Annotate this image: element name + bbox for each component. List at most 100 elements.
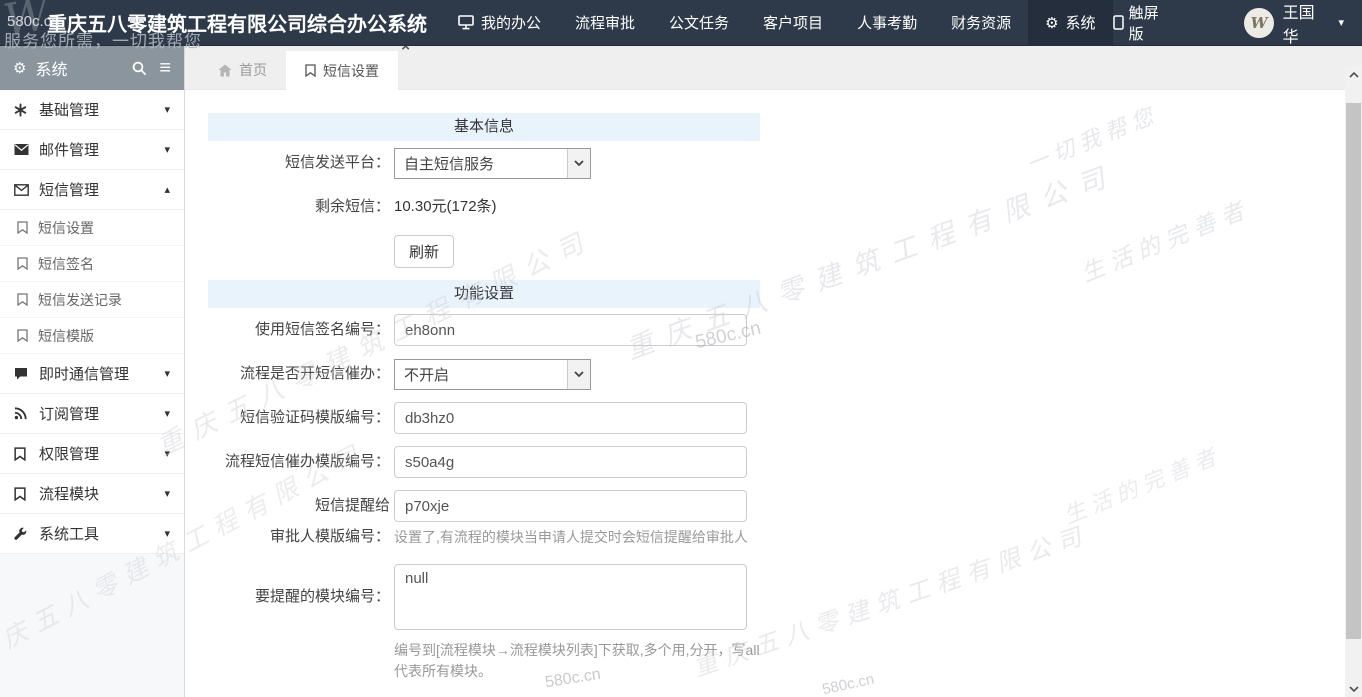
sidebar-item-permission-mgmt[interactable]: 权限管理 ▾ <box>0 434 184 474</box>
nav-item-document-tasks[interactable]: 公文任务 <box>652 0 746 46</box>
sidebar-header: ⚙ 系统 ≡ <box>0 46 184 90</box>
notify-template-hint: 设置了,有流程的模块当申请人提交时会短信提醒给审批人 <box>394 527 762 548</box>
app-title[interactable]: 重庆五八零建筑工程有限公司综合办公系统 <box>47 8 427 37</box>
bookmark-icon <box>14 447 39 461</box>
nav-item-finance-resources[interactable]: 财务资源 <box>934 0 1028 46</box>
nav-item-my-office[interactable]: 我的办公 <box>441 0 558 46</box>
nav-item-label: 我的办公 <box>481 12 541 33</box>
sidebar-subitem-sms-template[interactable]: 短信模版 <box>0 318 184 354</box>
sidebar: ⚙ 系统 ≡ 基础管理 ▾ 邮件管理 ▾ <box>0 46 185 697</box>
tab-sms-settings[interactable]: 短信设置 × <box>286 51 398 90</box>
nav-item-label: 流程审批 <box>575 12 635 33</box>
remaining-sms-label: 剩余短信： <box>208 191 390 223</box>
sms-settings-form: 基本信息 短信发送平台： 自主短信服务 剩余短信： 10.30元 <box>208 113 760 697</box>
notify-template-label-line2: 审批人模版编号： <box>270 528 390 545</box>
sidebar-item-label: 基础管理 <box>39 99 99 120</box>
bookmark-icon <box>305 64 316 77</box>
sidebar-subitem-label: 短信发送记录 <box>38 290 122 310</box>
gear-icon: ⚙ <box>1045 14 1058 32</box>
tab-home[interactable]: 首页 <box>199 51 286 89</box>
chevron-down-icon <box>567 149 590 178</box>
platform-label: 短信发送平台： <box>208 147 390 179</box>
sidebar-item-subscription-mgmt[interactable]: 订阅管理 ▾ <box>0 394 184 434</box>
sidebar-item-label: 短信管理 <box>39 179 99 200</box>
sidebar-item-label: 订阅管理 <box>39 403 99 424</box>
user-name: 王国华 <box>1283 0 1330 47</box>
tab-label: 首页 <box>239 60 267 80</box>
rss-icon <box>14 407 39 420</box>
notify-template-label-line1: 短信提醒给 <box>315 497 390 514</box>
nav-item-hr-attendance[interactable]: 人事考勤 <box>840 0 934 46</box>
chevron-down-icon: ▾ <box>164 407 170 420</box>
nav-item-system[interactable]: ⚙ 系统 <box>1028 0 1112 46</box>
sidebar-item-workflow-module[interactable]: 流程模块 ▾ <box>0 474 184 514</box>
refresh-button[interactable]: 刷新 <box>394 235 454 268</box>
sidebar-item-sms-mgmt[interactable]: 短信管理 ▴ <box>0 170 184 210</box>
sidebar-title: 系统 <box>35 56 67 80</box>
chevron-down-icon: ▾ <box>164 367 170 380</box>
captcha-template-label: 短信验证码模版编号： <box>208 402 390 434</box>
urge-switch-value: 不开启 <box>395 360 567 389</box>
touch-version-label: 触屏版 <box>1129 2 1173 44</box>
chevron-down-icon <box>567 360 590 389</box>
platform-select[interactable]: 自主短信服务 <box>394 148 591 179</box>
sidebar-subitem-sms-send-log[interactable]: 短信发送记录 <box>0 282 184 318</box>
chevron-down-icon: ▾ <box>164 487 170 500</box>
scroll-up-arrow[interactable] <box>1345 66 1362 83</box>
gear-icon: ⚙ <box>13 59 26 77</box>
urge-template-label: 流程短信催办模版编号： <box>208 446 390 478</box>
bookmark-icon <box>17 257 38 270</box>
chevron-down-icon: ▾ <box>164 447 170 460</box>
urge-template-input[interactable] <box>394 446 747 478</box>
asterisk-icon <box>14 103 39 117</box>
chevron-up-icon: ▴ <box>164 183 170 196</box>
sidebar-item-im-mgmt[interactable]: 即时通信管理 ▾ <box>0 354 184 394</box>
main-nav: 我的办公 流程审批 公文任务 客户项目 人事考勤 财务资源 ⚙ 系统 <box>441 0 1113 46</box>
scrollbar-thumb[interactable] <box>1346 103 1361 639</box>
user-menu[interactable]: W 王国华 ▾ <box>1244 0 1344 47</box>
sidebar-item-mail-mgmt[interactable]: 邮件管理 ▾ <box>0 130 184 170</box>
signature-number-label: 使用短信签名编号： <box>208 314 390 346</box>
module-number-label: 要提醒的模块编号： <box>208 564 390 630</box>
sidebar-subitem-sms-signature[interactable]: 短信签名 <box>0 246 184 282</box>
chevron-down-icon: ▾ <box>164 527 170 540</box>
avatar: W <box>1244 8 1273 38</box>
sidebar-menu: 基础管理 ▾ 邮件管理 ▾ 短信管理 ▴ 短信 <box>0 90 184 554</box>
module-number-textarea[interactable]: null <box>394 564 747 630</box>
module-number-hint: 编号到[流程模块→流程模块列表]下获取,多个用,分开，写all代表所有模块。 <box>394 640 762 682</box>
bookmark-icon <box>17 221 38 234</box>
sidebar-item-system-tools[interactable]: 系统工具 ▾ <box>0 514 184 554</box>
chevron-down-icon: ▾ <box>164 143 170 156</box>
nav-item-customer-projects[interactable]: 客户项目 <box>746 0 840 46</box>
main-area: 首页 短信设置 × 基本信息 短信发送平台： 自主短信服务 <box>185 46 1362 697</box>
signature-number-input[interactable] <box>394 314 747 346</box>
remaining-sms-value: 10.30元(172条) <box>394 191 497 223</box>
sidebar-subitem-label: 短信模版 <box>38 326 94 346</box>
vertical-scrollbar[interactable] <box>1345 66 1362 697</box>
notify-template-input[interactable] <box>394 490 747 522</box>
urge-switch-label: 流程是否开短信催办： <box>208 358 390 390</box>
section-header-basic: 基本信息 <box>208 113 760 141</box>
touch-version-button[interactable]: 触屏版 <box>1113 2 1173 44</box>
search-icon[interactable] <box>132 61 147 76</box>
urge-switch-select[interactable]: 不开启 <box>394 359 591 390</box>
captcha-template-input[interactable] <box>394 402 747 434</box>
sidebar-subitem-label: 短信设置 <box>38 218 94 238</box>
navbar-right: 触屏版 W 王国华 ▾ <box>1113 0 1362 47</box>
nav-item-label: 财务资源 <box>951 12 1011 33</box>
top-navbar: W 580c.cn 服务您所需，一切我帮您 重庆五八零建筑工程有限公司综合办公系… <box>0 0 1362 46</box>
sidebar-subitem-sms-settings[interactable]: 短信设置 <box>0 210 184 246</box>
mail-filled-icon <box>14 144 39 155</box>
scroll-down-arrow[interactable] <box>1345 680 1362 697</box>
chat-icon <box>14 367 39 380</box>
sidebar-subitem-label: 短信签名 <box>38 254 94 274</box>
hamburger-menu-icon[interactable]: ≡ <box>159 58 171 78</box>
sidebar-item-label: 即时通信管理 <box>39 363 129 384</box>
sidebar-item-basic-mgmt[interactable]: 基础管理 ▾ <box>0 90 184 130</box>
nav-item-label: 公文任务 <box>669 12 729 33</box>
nav-item-workflow-approval[interactable]: 流程审批 <box>558 0 652 46</box>
wrench-icon <box>14 527 39 540</box>
section-header-function: 功能设置 <box>208 280 760 308</box>
sidebar-item-label: 系统工具 <box>39 523 99 544</box>
sidebar-item-label: 权限管理 <box>39 443 99 464</box>
